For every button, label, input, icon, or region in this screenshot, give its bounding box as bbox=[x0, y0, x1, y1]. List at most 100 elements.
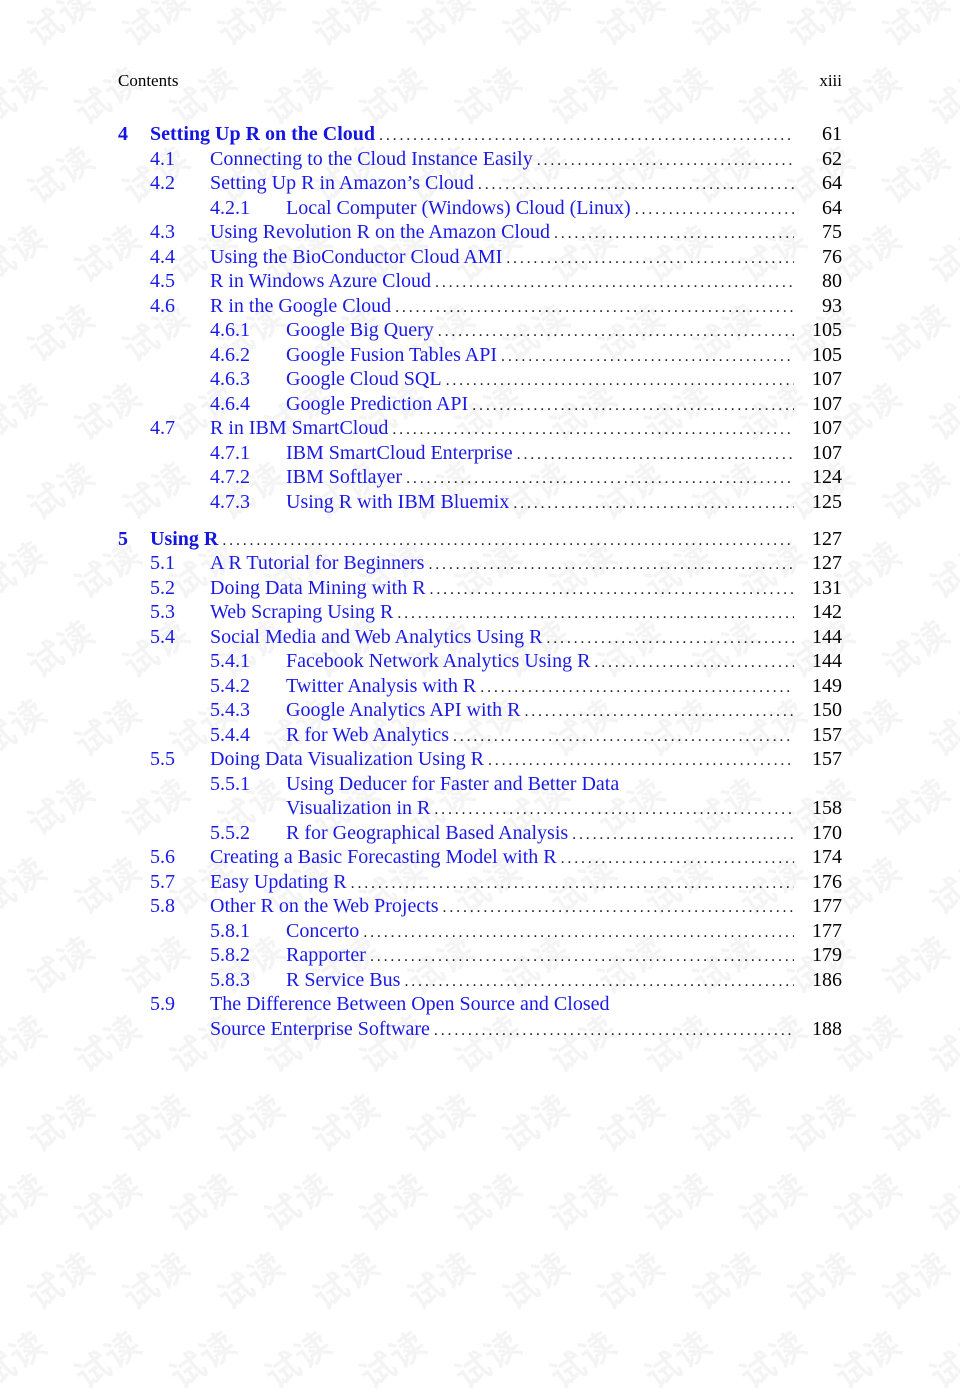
toc-entry-title[interactable]: Web Scraping Using R bbox=[210, 600, 397, 625]
toc-page-number[interactable]: 170 bbox=[794, 821, 842, 846]
toc-page-number[interactable]: 64 bbox=[794, 171, 842, 196]
toc-entry-number[interactable]: 4.5 bbox=[150, 269, 175, 294]
toc-entry-number[interactable]: 4.7.1 bbox=[210, 441, 250, 466]
toc-section-entry[interactable]: Visualization in R 158 bbox=[118, 796, 842, 821]
toc-section-entry[interactable]: 5.4.1 Facebook Network Analytics Using R 1… bbox=[118, 649, 842, 674]
toc-entry-title[interactable]: Google Analytics API with R bbox=[286, 698, 524, 723]
toc-entry-title[interactable]: Using R bbox=[150, 527, 222, 552]
toc-page-number[interactable]: 75 bbox=[794, 220, 842, 245]
toc-section-entry[interactable]: 4.6 R in the Google Cloud 93 bbox=[118, 294, 842, 319]
toc-entry-number[interactable]: 5.8 bbox=[150, 894, 175, 919]
toc-page-number[interactable]: 157 bbox=[794, 723, 842, 748]
toc-page-number[interactable]: 105 bbox=[794, 318, 842, 343]
toc-entry-number[interactable]: 4.2 bbox=[150, 171, 175, 196]
toc-page-number[interactable]: 107 bbox=[794, 416, 842, 441]
toc-entry-title[interactable]: Visualization in R bbox=[286, 796, 434, 821]
toc-entry-number[interactable]: 4.4 bbox=[150, 245, 175, 270]
toc-section-entry[interactable]: 4.6.2 Google Fusion Tables API 105 bbox=[118, 343, 842, 368]
toc-entry-title[interactable]: R in Windows Azure Cloud bbox=[210, 269, 435, 294]
toc-chapter-entry[interactable]: 5 Using R 127 bbox=[118, 527, 842, 552]
toc-entry-number[interactable]: 5.2 bbox=[150, 576, 175, 601]
toc-page-number[interactable]: 107 bbox=[794, 367, 842, 392]
toc-entry-title[interactable]: R for Web Analytics bbox=[286, 723, 453, 748]
toc-page-number[interactable]: 80 bbox=[794, 269, 842, 294]
toc-section-entry[interactable]: 4.7.2 IBM Softlayer 124 bbox=[118, 465, 842, 490]
toc-page-number[interactable]: 125 bbox=[794, 490, 842, 515]
toc-page-number[interactable]: 188 bbox=[794, 1017, 842, 1042]
toc-entry-title[interactable]: R for Geographical Based Analysis bbox=[286, 821, 572, 846]
toc-entry-number[interactable]: 5.5.1 bbox=[210, 772, 250, 797]
toc-page-number[interactable]: 131 bbox=[794, 576, 842, 601]
toc-entry-title[interactable]: Rapporter bbox=[286, 943, 370, 968]
toc-entry-title[interactable]: Using Deducer for Faster and Better Data bbox=[286, 772, 623, 797]
toc-section-entry[interactable]: 4.5 R in Windows Azure Cloud 80 bbox=[118, 269, 842, 294]
toc-page-number[interactable]: 150 bbox=[794, 698, 842, 723]
toc-section-entry[interactable]: 4.6.3 Google Cloud SQL 107 bbox=[118, 367, 842, 392]
toc-entry-number[interactable]: 5.5.2 bbox=[210, 821, 250, 846]
toc-entry-number[interactable]: 5 bbox=[118, 527, 128, 552]
toc-page-number[interactable]: 107 bbox=[794, 392, 842, 417]
toc-entry-title[interactable]: Setting Up R in Amazon’s Cloud bbox=[210, 171, 478, 196]
toc-section-entry[interactable]: 5.9 The Difference Between Open Source an… bbox=[118, 992, 842, 1017]
toc-entry-number[interactable]: 4.6.2 bbox=[210, 343, 250, 368]
toc-page-number[interactable]: 158 bbox=[794, 796, 842, 821]
toc-section-entry[interactable]: 5.5 Doing Data Visualization Using R 157 bbox=[118, 747, 842, 772]
toc-entry-number[interactable]: 5.8.1 bbox=[210, 919, 250, 944]
toc-section-entry[interactable]: 5.7 Easy Updating R 176 bbox=[118, 870, 842, 895]
toc-entry-number[interactable]: 4.6.4 bbox=[210, 392, 250, 417]
toc-entry-number[interactable]: 4.6.1 bbox=[210, 318, 250, 343]
toc-section-entry[interactable]: 5.8.2 Rapporter 179 bbox=[118, 943, 842, 968]
toc-page-number[interactable]: 76 bbox=[794, 245, 842, 270]
toc-entry-title[interactable]: Facebook Network Analytics Using R bbox=[286, 649, 594, 674]
toc-section-entry[interactable]: 4.7 R in IBM SmartCloud 107 bbox=[118, 416, 842, 441]
toc-entry-number[interactable]: 5.9 bbox=[150, 992, 175, 1017]
toc-section-entry[interactable]: 5.3 Web Scraping Using R 142 bbox=[118, 600, 842, 625]
toc-section-entry[interactable]: 5.4.3 Google Analytics API with R 150 bbox=[118, 698, 842, 723]
toc-section-entry[interactable]: 5.5.2 R for Geographical Based Analysis 17… bbox=[118, 821, 842, 846]
toc-page-number[interactable]: 124 bbox=[794, 465, 842, 490]
toc-section-entry[interactable]: 4.6.1 Google Big Query 105 bbox=[118, 318, 842, 343]
toc-section-entry[interactable]: 4.7.3 Using R with IBM Bluemix 125 bbox=[118, 490, 842, 515]
toc-entry-title[interactable]: Creating a Basic Forecasting Model with … bbox=[210, 845, 561, 870]
toc-entry-title[interactable]: A R Tutorial for Beginners bbox=[210, 551, 428, 576]
toc-entry-title[interactable]: Other R on the Web Projects bbox=[210, 894, 443, 919]
toc-section-entry[interactable]: 5.5.1 Using Deducer for Faster and Better… bbox=[118, 772, 842, 797]
toc-section-entry[interactable]: 4.6.4 Google Prediction API 107 bbox=[118, 392, 842, 417]
toc-entry-title[interactable]: Using Revolution R on the Amazon Cloud bbox=[210, 220, 554, 245]
toc-page-number[interactable]: 144 bbox=[794, 625, 842, 650]
toc-entry-title[interactable]: Google Big Query bbox=[286, 318, 438, 343]
toc-entry-title[interactable]: The Difference Between Open Source and C… bbox=[210, 992, 613, 1017]
toc-section-entry[interactable]: 5.8 Other R on the Web Projects 177 bbox=[118, 894, 842, 919]
toc-entry-number[interactable]: 4.7 bbox=[150, 416, 175, 441]
toc-entry-number[interactable]: 5.8.2 bbox=[210, 943, 250, 968]
toc-entry-number[interactable]: 5.3 bbox=[150, 600, 175, 625]
toc-section-entry[interactable]: 4.1 Connecting to the Cloud Instance Easi… bbox=[118, 147, 842, 172]
toc-page-number[interactable]: 107 bbox=[794, 441, 842, 466]
toc-page-number[interactable]: 149 bbox=[794, 674, 842, 699]
toc-entry-title[interactable]: Local Computer (Windows) Cloud (Linux) bbox=[286, 196, 635, 221]
toc-page-number[interactable]: 64 bbox=[794, 196, 842, 221]
toc-section-entry[interactable]: 5.1 A R Tutorial for Beginners 127 bbox=[118, 551, 842, 576]
toc-section-entry[interactable]: 4.2.1 Local Computer (Windows) Cloud (Lin… bbox=[118, 196, 842, 221]
toc-entry-number[interactable]: 5.4.1 bbox=[210, 649, 250, 674]
toc-entry-title[interactable]: R in the Google Cloud bbox=[210, 294, 395, 319]
toc-entry-number[interactable]: 4.7.3 bbox=[210, 490, 250, 515]
toc-section-entry[interactable]: 5.2 Doing Data Mining with R 131 bbox=[118, 576, 842, 601]
toc-section-entry[interactable]: 4.4 Using the BioConductor Cloud AMI 76 bbox=[118, 245, 842, 270]
toc-entry-title[interactable]: Google Fusion Tables API bbox=[286, 343, 501, 368]
toc-entry-title[interactable]: Using R with IBM Bluemix bbox=[286, 490, 513, 515]
toc-section-entry[interactable]: 5.8.1 Concerto 177 bbox=[118, 919, 842, 944]
toc-section-entry[interactable]: 5.4.4 R for Web Analytics 157 bbox=[118, 723, 842, 748]
toc-entry-title[interactable]: R in IBM SmartCloud bbox=[210, 416, 392, 441]
toc-entry-number[interactable]: 4.1 bbox=[150, 147, 175, 172]
toc-entry-number[interactable]: 5.6 bbox=[150, 845, 175, 870]
toc-page-number[interactable]: 61 bbox=[794, 122, 842, 147]
toc-page-number[interactable]: 186 bbox=[794, 968, 842, 993]
toc-page-number[interactable]: 176 bbox=[794, 870, 842, 895]
toc-page-number[interactable]: 93 bbox=[794, 294, 842, 319]
toc-section-entry[interactable]: 4.2 Setting Up R in Amazon’s Cloud 64 bbox=[118, 171, 842, 196]
toc-entry-title[interactable]: Google Prediction API bbox=[286, 392, 472, 417]
toc-chapter-entry[interactable]: 4 Setting Up R on the Cloud 61 bbox=[118, 122, 842, 147]
toc-entry-number[interactable]: 5.4.2 bbox=[210, 674, 250, 699]
toc-page-number[interactable]: 179 bbox=[794, 943, 842, 968]
